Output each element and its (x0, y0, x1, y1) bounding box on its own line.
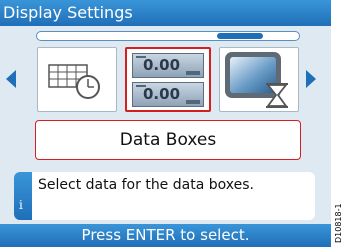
carousel-scrollbar[interactable] (36, 31, 300, 41)
info-text: Select data for the data boxes. (38, 177, 254, 193)
selected-option-label: Data Boxes (119, 130, 217, 150)
option-time-tile[interactable] (37, 47, 117, 112)
page-title: Display Settings (0, 0, 331, 26)
screen-hourglass-icon (225, 52, 288, 108)
data-box-value: 0.00 (143, 56, 181, 74)
info-icon: i (14, 172, 32, 220)
display-settings-screen: Display Settings 0.00 0.00 Data Boxes i … (0, 0, 331, 247)
data-box-preview: 0.00 (132, 82, 204, 107)
selected-option-label-box: Data Boxes (35, 120, 301, 160)
scroll-right-arrow-icon[interactable] (306, 70, 316, 88)
scroll-left-arrow-icon[interactable] (6, 70, 16, 88)
info-icon-glyph: i (19, 198, 23, 212)
data-box-preview: 0.00 (132, 53, 204, 78)
figure-code: D10818-1 (334, 203, 343, 243)
footer-hint: Press ENTER to select. (0, 224, 331, 247)
scrollbar-thumb[interactable] (217, 33, 263, 39)
option-screen-timeout-tile[interactable] (219, 47, 299, 112)
data-box-value: 0.00 (143, 85, 181, 103)
info-panel: i Select data for the data boxes. (14, 172, 315, 220)
table-clock-icon (48, 64, 100, 99)
option-data-boxes-tile[interactable]: 0.00 0.00 (125, 47, 211, 112)
